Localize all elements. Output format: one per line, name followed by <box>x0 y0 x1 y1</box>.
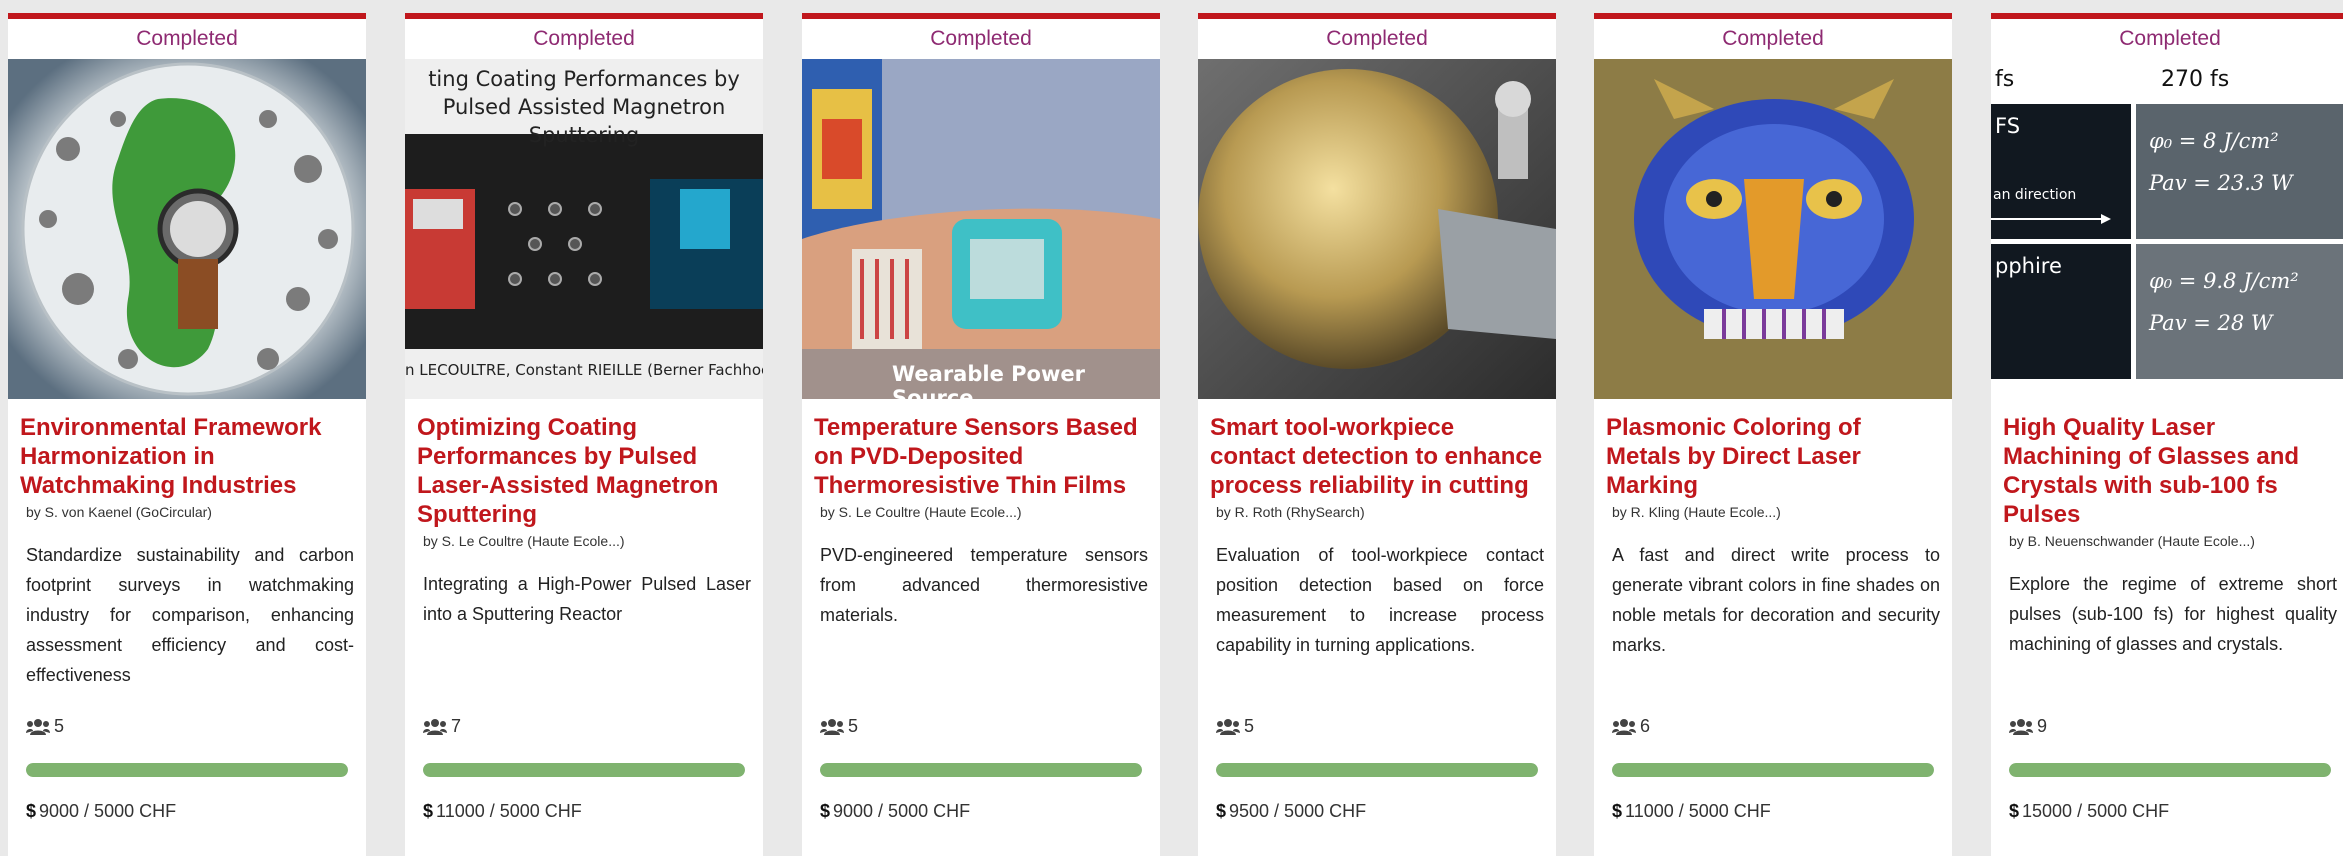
project-author: by R. Roth (RhySearch) <box>1216 504 1365 520</box>
funding-progress-bar <box>1612 763 1934 777</box>
members-value: 5 <box>54 716 65 736</box>
project-image[interactable] <box>1594 59 1952 399</box>
project-description: Evaluation of tool-workpiece contact pos… <box>1216 545 1544 655</box>
image-caption: an direction <box>1993 187 2077 203</box>
funding-progress-bar <box>2009 763 2331 777</box>
members-count: 5 <box>1216 716 1254 737</box>
users-icon <box>820 718 844 736</box>
image-caption: FS <box>1995 114 2021 138</box>
status-label: Completed <box>533 27 635 50</box>
funding-value: 9000 / 5000 CHF <box>833 801 971 821</box>
project-image[interactable]: fs 270 fs FS an direction pphire φ₀ = 8 … <box>1991 59 2343 399</box>
funding-amount: $15000 / 5000 CHF <box>2009 801 2169 822</box>
dollar-icon: $ <box>423 801 434 821</box>
project-card[interactable]: Completed Smart tool-workpiece contact d… <box>1198 13 1556 856</box>
image-caption: φ₀ = 9.8 J/cm² <box>2149 269 2299 293</box>
project-title[interactable]: Optimizing Coating Performances by Pulse… <box>417 413 751 529</box>
image-caption: Pav = 28 W <box>2149 311 2273 335</box>
project-author: by R. Kling (Haute Ecole...) <box>1612 504 1781 520</box>
funding-amount: $9000 / 5000 CHF <box>820 801 970 822</box>
funding-amount: $11000 / 5000 CHF <box>423 801 582 822</box>
image-caption: Pav = 23.3 W <box>2149 171 2293 195</box>
members-value: 5 <box>848 716 859 736</box>
status-label: Completed <box>930 27 1032 50</box>
project-description: A fast and direct write process to gener… <box>1612 545 1940 655</box>
funding-progress-bar <box>1216 763 1538 777</box>
funding-value: 11000 / 5000 CHF <box>436 801 582 821</box>
funding-progress-bar <box>26 763 348 777</box>
image-caption: Wearable Power Source <box>892 362 1085 399</box>
image-caption: ting Coating Performances by Pulsed Assi… <box>428 67 740 147</box>
project-description: Explore the regime of extreme short puls… <box>2009 574 2337 654</box>
funding-value: 11000 / 5000 CHF <box>1625 801 1771 821</box>
project-card[interactable]: Completed Wearable Power Source Temperat… <box>802 13 1160 856</box>
dollar-icon: $ <box>1216 801 1227 821</box>
project-title[interactable]: Plasmonic Coloring of Metals by Direct L… <box>1606 413 1940 500</box>
funding-amount: $9500 / 5000 CHF <box>1216 801 1366 822</box>
members-value: 6 <box>1640 716 1651 736</box>
image-caption: pphire <box>1995 254 2062 278</box>
members-count: 6 <box>1612 716 1650 737</box>
status-label: Completed <box>2119 27 2221 50</box>
users-icon <box>1216 718 1240 736</box>
project-card[interactable]: Completed Plasmonic Coloring of Metals b… <box>1594 13 1952 856</box>
members-count: 5 <box>26 716 64 737</box>
project-description: Integrating a High-Power Pulsed Laser in… <box>423 574 751 624</box>
project-author: by S. Le Coultre (Haute Ecole...) <box>820 504 1022 520</box>
dollar-icon: $ <box>1612 801 1623 821</box>
status-label: Completed <box>136 27 238 50</box>
project-card[interactable]: Completed fs 270 fs FS an direction pphi… <box>1991 13 2343 856</box>
status-label: Completed <box>1326 27 1428 50</box>
members-count: 5 <box>820 716 858 737</box>
funding-amount: $11000 / 5000 CHF <box>1612 801 1771 822</box>
users-icon <box>26 718 50 736</box>
funding-value: 9500 / 5000 CHF <box>1229 801 1367 821</box>
image-caption: 270 fs <box>2161 67 2230 92</box>
project-title[interactable]: High Quality Laser Machining of Glasses … <box>2003 413 2337 529</box>
funding-value: 9000 / 5000 CHF <box>39 801 177 821</box>
image-caption: fs <box>1995 67 2015 92</box>
members-value: 9 <box>2037 716 2048 736</box>
funding-progress-bar <box>423 763 745 777</box>
project-image[interactable]: Wearable Power Source <box>802 59 1160 399</box>
project-image[interactable] <box>1198 59 1556 399</box>
project-image[interactable] <box>8 59 366 399</box>
dollar-icon: $ <box>2009 801 2020 821</box>
members-count: 7 <box>423 716 461 737</box>
users-icon <box>2009 718 2033 736</box>
status-label: Completed <box>1722 27 1824 50</box>
users-icon <box>1612 718 1636 736</box>
project-author: by S. von Kaenel (GoCircular) <box>26 504 212 520</box>
project-card[interactable]: Completed ting Coating Performances by P… <box>405 13 763 856</box>
dollar-icon: $ <box>26 801 37 821</box>
funding-value: 15000 / 5000 CHF <box>2022 801 2170 821</box>
image-caption: n LECOULTRE, Constant RIEILLE (Berner Fa… <box>405 361 763 379</box>
project-card[interactable]: Completed Environmental Framework Harmon… <box>8 13 366 856</box>
members-value: 7 <box>451 716 462 736</box>
project-title[interactable]: Temperature Sensors Based on PVD-Deposit… <box>814 413 1148 500</box>
users-icon <box>423 718 447 736</box>
project-author: by S. Le Coultre (Haute Ecole...) <box>423 533 625 549</box>
project-description: Standardize sustainability and carbon fo… <box>26 545 354 685</box>
funding-amount: $9000 / 5000 CHF <box>26 801 176 822</box>
members-count: 9 <box>2009 716 2047 737</box>
dollar-icon: $ <box>820 801 831 821</box>
project-title[interactable]: Smart tool-workpiece contact detection t… <box>1210 413 1544 500</box>
project-carousel: Completed Environmental Framework Harmon… <box>0 0 2343 856</box>
image-caption: φ₀ = 8 J/cm² <box>2149 129 2279 153</box>
funding-progress-bar <box>820 763 1142 777</box>
project-author: by B. Neuenschwander (Haute Ecole...) <box>2009 533 2255 549</box>
project-description: PVD-engineered temperature sensors from … <box>820 545 1148 625</box>
project-image[interactable]: ting Coating Performances by Pulsed Assi… <box>405 59 763 399</box>
project-title[interactable]: Environmental Framework Harmonization in… <box>20 413 354 500</box>
members-value: 5 <box>1244 716 1255 736</box>
